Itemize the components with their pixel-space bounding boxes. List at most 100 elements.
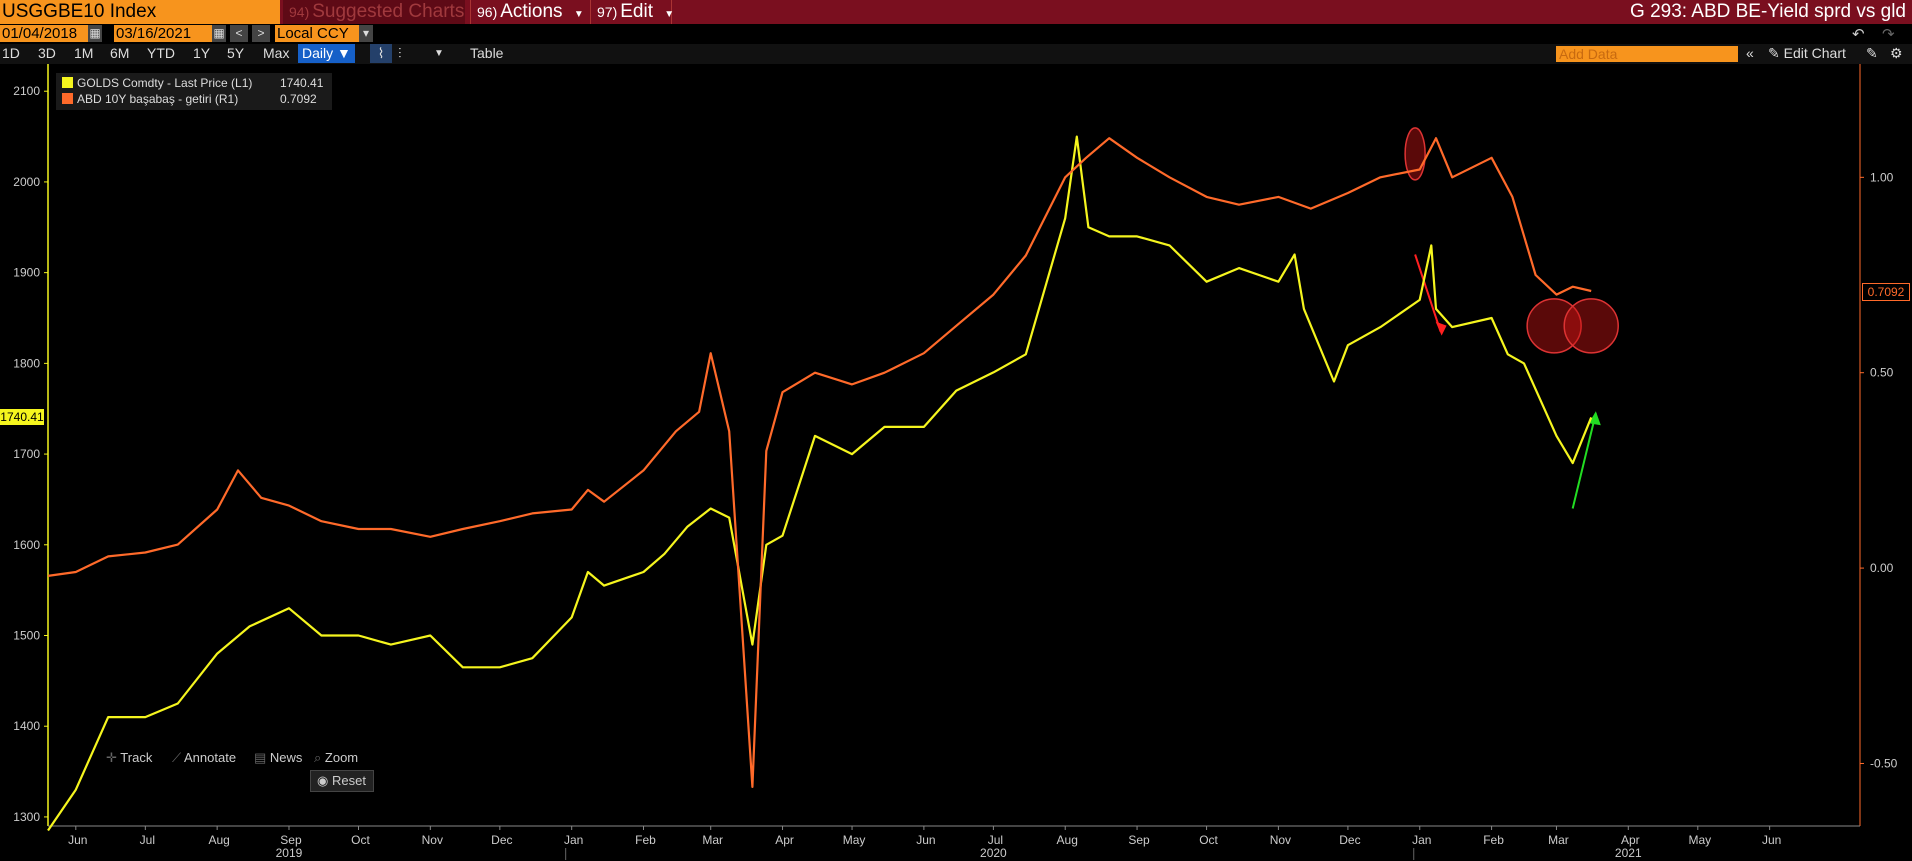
x-tick-label: Nov: [422, 833, 443, 847]
news-button[interactable]: ▤ News: [254, 748, 302, 768]
dropdown-icon[interactable]: ▾: [359, 25, 373, 42]
x-tick-label: Oct: [351, 833, 370, 847]
x-tick-label: May: [1688, 833, 1711, 847]
chart-name: G 293: ABD BE-Yield sprd vs gld: [1630, 1, 1906, 22]
right-tick-label: 0.00: [1870, 561, 1894, 575]
x-tick-label: Nov: [1270, 833, 1291, 847]
frequency-select[interactable]: Daily ▼: [298, 44, 355, 63]
range-1d[interactable]: 1D: [2, 44, 20, 63]
range-6m[interactable]: 6M: [110, 44, 129, 63]
x-tick-label: Jan: [564, 833, 583, 847]
actions-label: Actions: [500, 1, 563, 22]
legend-entry-gold[interactable]: GOLDS Comdty - Last Price (L1): [62, 75, 252, 91]
zoom-button[interactable]: ⌕ Zoom: [314, 748, 358, 768]
actions-button[interactable]: 96) Actions ▼: [470, 0, 588, 24]
collapse-icon[interactable]: «: [1746, 44, 1754, 63]
annotate-icon: ⟋: [172, 750, 182, 765]
left-tick-label: 1900: [13, 266, 40, 280]
x-tick-label: Jul: [988, 833, 1003, 847]
table-button[interactable]: Table: [470, 44, 503, 63]
x-tick-label: Apr: [775, 833, 794, 847]
calendar-icon[interactable]: ▦: [88, 25, 102, 42]
x-tick-label: Sep: [1128, 833, 1150, 847]
x-tick-label: Feb: [635, 833, 656, 847]
range-max[interactable]: Max: [263, 44, 289, 63]
currency-select[interactable]: Local CCY: [275, 25, 361, 42]
line-chart[interactable]: 1300 1400 1500 1600 1700 1800 1900 2000 2100 -0.5…: [0, 64, 1912, 861]
zoom-icon: ⌕: [314, 750, 322, 765]
x-tick-label: Dec: [491, 833, 512, 847]
track-button[interactable]: ✛ Track: [106, 748, 152, 768]
end-date-input[interactable]: 03/16/2021: [114, 25, 214, 42]
prev-icon[interactable]: <: [230, 25, 248, 42]
track-icon: ✛: [106, 750, 117, 765]
legend-value: 0.7092: [280, 92, 317, 106]
range-1m[interactable]: 1M: [74, 44, 93, 63]
x-tick-label: Sep: [280, 833, 302, 847]
x-tick-label: Jan: [1412, 833, 1431, 847]
date-range-bar: 01/04/2018 ▦ 03/16/2021 ▦ < > Local CCY …: [0, 25, 1912, 43]
x-tick-label: May: [843, 833, 866, 847]
annotate-label: Annotate: [184, 750, 237, 765]
candle-icon[interactable]: ⫶: [398, 44, 402, 63]
x-tick-label: Mar: [702, 833, 723, 847]
range-3d[interactable]: 3D: [38, 44, 56, 63]
track-label: Track: [120, 750, 153, 765]
zoom-label: Zoom: [324, 750, 359, 765]
dropdown-icon[interactable]: ▼: [434, 44, 444, 63]
legend-entry-breakeven[interactable]: ABD 10Y başabaş - getiri (R1): [62, 91, 238, 107]
left-tick-label: 2000: [13, 175, 40, 189]
range-5y[interactable]: 5Y: [227, 44, 244, 63]
reset-button[interactable]: ◉ Reset: [310, 770, 374, 792]
left-tick-label: 1800: [13, 356, 40, 370]
range-ytd[interactable]: YTD: [147, 44, 175, 63]
range-1y[interactable]: 1Y: [193, 44, 210, 63]
edit-button[interactable]: 97) Edit ▼: [590, 0, 675, 24]
actions-number: 96): [477, 4, 498, 20]
legend-label: GOLDS Comdty - Last Price (L1): [77, 76, 253, 90]
x-tick-label: Apr: [1621, 833, 1640, 847]
red-arrowhead: [1435, 321, 1447, 336]
x-tick-label: Jun: [1762, 833, 1781, 847]
green-arrow: [1571, 413, 1597, 509]
annotation-circle: [1563, 298, 1619, 354]
add-data-input[interactable]: Add Data: [1556, 46, 1738, 62]
line-chart-icon[interactable]: ⌇: [370, 44, 392, 63]
dropdown-icon: ▼: [573, 9, 584, 20]
series-line: [47, 137, 1592, 789]
undo-icon[interactable]: ↶: [1852, 25, 1865, 43]
year-label: 2019: [276, 846, 303, 860]
left-tick-label: 1300: [13, 810, 40, 824]
top-bar: USGGBE10 Index 94) Suggested Charts 96) Ac…: [0, 0, 1912, 24]
axes: 1300 1400 1500 1600 1700 1800 1900 2000 2100 -0.5…: [13, 64, 1898, 860]
start-date-input[interactable]: 01/04/2018: [0, 25, 88, 42]
pencil-icon[interactable]: ✎: [1866, 44, 1878, 63]
next-icon[interactable]: >: [252, 25, 270, 42]
radio-icon: ◉: [317, 773, 329, 788]
news-label: News: [269, 750, 303, 765]
right-tick-label: 1.00: [1870, 170, 1894, 184]
x-tick-label: Mar: [1548, 833, 1569, 847]
chart-legend: GOLDS Comdty - Last Price (L1) 1740.41 A…: [56, 73, 332, 110]
x-tick-label: Feb: [1483, 833, 1504, 847]
edit-chart-button[interactable]: ✎ Edit Chart: [1768, 44, 1846, 63]
legend-swatch: [62, 93, 73, 104]
left-tick-label: 2100: [13, 84, 40, 98]
redo-icon[interactable]: ↷: [1882, 25, 1895, 43]
year-label: 2020: [980, 846, 1007, 860]
suggested-charts-number: 94): [289, 4, 310, 20]
annotate-button[interactable]: ⟋ Annotate: [172, 748, 236, 768]
year-label: 2021: [1615, 846, 1642, 860]
settings-icon[interactable]: ⚙: [1890, 44, 1903, 63]
series-line: [47, 135, 1593, 832]
x-tick-label: Aug: [1057, 833, 1078, 847]
pencil-icon: ✎: [1768, 45, 1780, 61]
security-ticker[interactable]: USGGBE10 Index: [0, 0, 280, 24]
calendar-icon[interactable]: ▦: [212, 25, 226, 42]
legend-swatch: [62, 77, 73, 88]
x-tick-label: Jun: [68, 833, 87, 847]
dropdown-icon: ▼: [664, 9, 675, 20]
legend-value: 1740.41: [280, 76, 324, 90]
range-toolbar: 1D 3D 1M 6M YTD 1Y 5Y Max Daily ▼ ⌇ ⫶ ▼ …: [0, 44, 1912, 64]
suggested-charts-button[interactable]: 94) Suggested Charts: [283, 0, 465, 24]
